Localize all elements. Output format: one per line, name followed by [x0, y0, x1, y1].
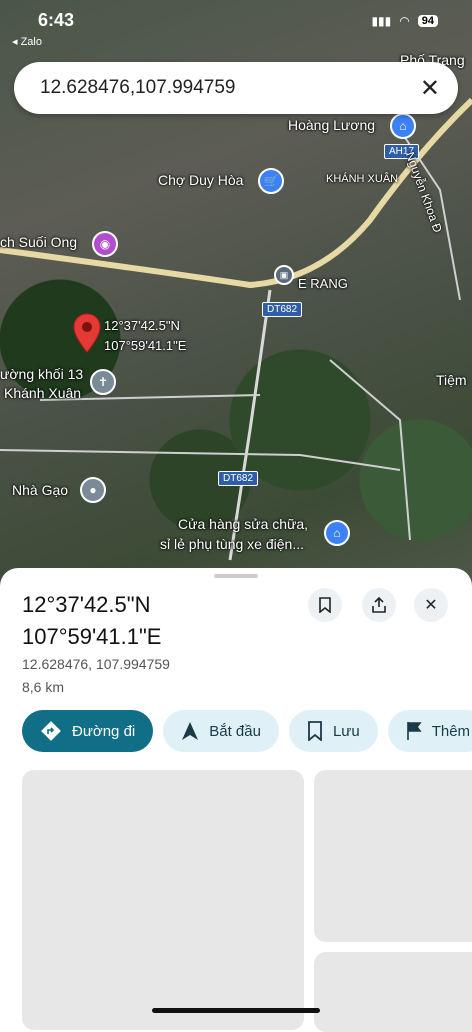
sheet-longitude: 107°59'41.1"E	[22, 624, 162, 649]
bookmark-icon[interactable]	[308, 588, 342, 622]
sheet-decimal-coords: 12.628476, 107.994759	[22, 656, 170, 672]
road-shield-dt682-top: DT682	[262, 302, 303, 317]
map-label-hoang-luong: Hoàng Lương	[288, 117, 376, 133]
signal-icon: ▮▮▮	[371, 14, 392, 28]
more-button[interactable]: Thêm	[387, 710, 472, 752]
church-icon[interactable]: ✝	[90, 369, 116, 395]
repair-shop-icon[interactable]: ⌂	[324, 520, 350, 546]
photo-card-side-top[interactable]	[314, 770, 472, 942]
map-label-cua-hang-1: Cửa hàng sửa chữa,	[178, 516, 309, 532]
back-to-app-link[interactable]: ◂ Zalo	[12, 35, 42, 48]
sheet-distance: 8,6 km	[22, 679, 65, 695]
close-icon[interactable]: ✕	[420, 74, 440, 103]
map-label-duong-khoi: ường khối 13	[0, 366, 84, 382]
more-label: Thêm	[431, 722, 471, 740]
map-label-coord-lat: 12°37'42.5"N	[104, 318, 180, 333]
map-label-cua-hang-2: sỉ lẻ phụ tùng xe điện...	[160, 536, 304, 552]
sheet-latitude: 12°37'42.5"N	[22, 592, 151, 617]
photo-card-main[interactable]	[22, 770, 304, 1030]
map-label-coord-lng: 107°59'41.1"E	[104, 338, 187, 353]
camera-icon[interactable]: ◉	[92, 231, 118, 257]
save-label: Lưu	[332, 722, 360, 740]
share-icon[interactable]	[362, 588, 396, 622]
directions-button[interactable]: Đường đi	[22, 710, 154, 752]
navigate-icon	[182, 722, 199, 740]
home-indicator	[152, 1008, 320, 1013]
battery-icon: 94	[417, 15, 438, 27]
map-label-khanh-xuan-2: Khánh Xuân	[4, 385, 82, 401]
save-button[interactable]: Lưu	[288, 710, 378, 752]
road-shield-dt682-bottom: DT682	[218, 471, 259, 486]
bus-stop-icon[interactable]: ▣	[274, 265, 294, 285]
start-label: Bắt đầu	[209, 722, 261, 740]
search-input[interactable]: 12.628476,107.994759	[40, 77, 235, 99]
map-label-cho-duy-hoa: Chợ Duy Hòa	[158, 172, 244, 188]
flag-icon	[406, 722, 422, 740]
bookmark-icon	[308, 721, 322, 741]
location-pin-icon[interactable]	[72, 312, 102, 354]
map-pin-hoang-luong-icon[interactable]: ⌂	[390, 113, 416, 139]
map-label-khanh-xuan: KHÁNH XUÂN	[326, 173, 399, 185]
wifi-icon: ◠	[399, 14, 410, 28]
place-dot-icon[interactable]: ●	[80, 477, 106, 503]
sheet-drag-handle[interactable]	[214, 574, 258, 578]
photo-card-side-bottom[interactable]	[314, 952, 472, 1032]
directions-label: Đường đi	[72, 722, 136, 740]
map-label-e-rang: E RANG	[298, 276, 348, 291]
search-bar[interactable]: 12.628476,107.994759 ✕	[14, 62, 458, 114]
map-label-tiem: Tiệm	[436, 372, 467, 388]
status-time: 6:43	[38, 10, 75, 30]
map-label-suoi-ong: ch Suối Ong	[0, 234, 78, 250]
directions-icon	[41, 721, 61, 741]
status-bar: 6:43 ◂ Zalo ▮▮▮ ◠ 94	[0, 0, 472, 48]
place-sheet: 12°37'42.5"N 107°59'41.1"E 12.628476, 10…	[0, 568, 472, 1032]
action-chips: Đường đi Bắt đầu Lưu Thêm	[22, 710, 472, 752]
shopping-cart-icon[interactable]: 🛒	[258, 168, 284, 194]
map-label-nha-gao: Nhà Gạo	[12, 482, 69, 498]
system-indicators: ▮▮▮ ◠ 94	[371, 14, 438, 28]
close-sheet-icon[interactable]: ✕	[414, 588, 448, 622]
start-button[interactable]: Bắt đầu	[163, 710, 279, 752]
